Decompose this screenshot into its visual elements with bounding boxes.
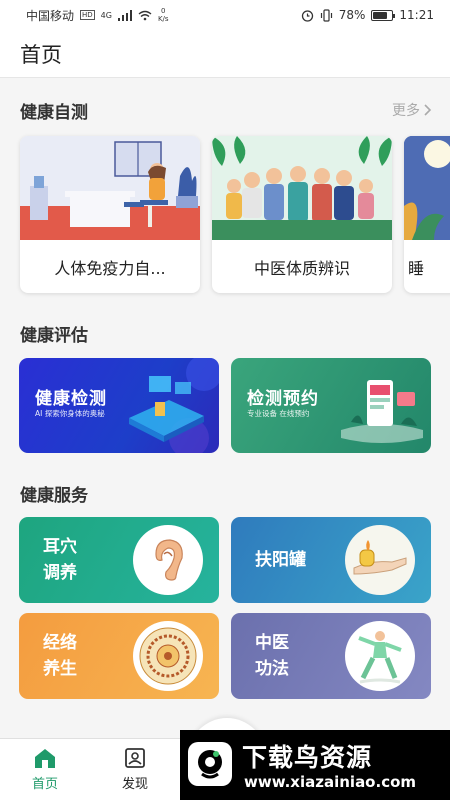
chevron-right-icon <box>424 104 432 116</box>
app-bar: 首页 <box>0 30 450 78</box>
self-test-card-sleep[interactable]: 睡 <box>404 136 450 293</box>
section-title-services: 健康服务 <box>20 486 88 506</box>
hd-badge: HD <box>80 10 95 20</box>
carrier-name: 中国移动 <box>26 8 75 23</box>
tcm-constitution-illustration <box>212 136 392 240</box>
network-type: 4G <box>100 10 112 20</box>
service-card-meridian[interactable]: 经络 养生 <box>19 613 219 699</box>
ear-icon <box>133 525 203 595</box>
battery-icon <box>371 9 396 21</box>
network-speed: 0 K/s <box>157 7 169 23</box>
tab-home-label: 首页 <box>31 777 58 792</box>
check-booking-card[interactable]: 检测预约 专业设备 在线预约 <box>231 358 431 453</box>
tab-discover-label: 发现 <box>121 777 148 792</box>
tab-home[interactable]: 首页 <box>15 747 75 792</box>
check-booking-illustration <box>341 380 423 443</box>
service-card-cupping[interactable]: 扶阳罐 <box>231 517 431 603</box>
self-test-card-label: 睡 <box>408 258 425 278</box>
more-label: 更多 <box>392 103 420 119</box>
alarm-icon <box>301 9 313 22</box>
check-booking-subtitle: 专业设备 在线预约 <box>247 409 310 418</box>
watermark-title: 下载鸟资源 <box>242 743 373 772</box>
watermark-url: www.xiazainiao.com <box>244 773 417 791</box>
wifi-icon <box>138 10 152 20</box>
tai-chi-icon <box>345 621 415 691</box>
cupping-icon <box>345 525 415 595</box>
service-card-label: 耳穴 调养 <box>43 537 77 583</box>
service-card-ear-acupoint[interactable]: 耳穴 调养 <box>19 517 219 603</box>
service-card-label: 中医 功法 <box>255 633 289 679</box>
clock: 11:21 <box>399 8 434 22</box>
bagua-icon <box>133 621 203 691</box>
tab-discover[interactable]: 发现 <box>105 747 165 792</box>
service-card-label: 经络 养生 <box>43 633 77 679</box>
status-bar: 中国移动 HD 4G 0 K/s 78% 11:21 <box>0 0 450 30</box>
self-test-card-immunity[interactable]: 人体免疫力自... <box>20 136 200 293</box>
health-check-illustration <box>129 358 219 453</box>
signal-icon <box>117 9 132 21</box>
bird-logo-icon <box>188 742 232 786</box>
home-icon <box>35 749 55 768</box>
service-card-tcm-exercise[interactable]: 中医 功法 <box>231 613 431 699</box>
battery-percent: 78% <box>338 8 366 22</box>
watermark-banner: 下载鸟资源 www.xiazainiao.com <box>180 730 450 800</box>
immunity-illustration <box>20 136 200 240</box>
self-test-card-tcm-constitution[interactable]: 中医体质辨识 <box>212 136 392 293</box>
health-check-title: 健康检测 <box>35 389 107 409</box>
more-link[interactable]: 更多 <box>392 100 432 120</box>
discover-icon <box>125 748 145 768</box>
page-title: 首页 <box>20 42 62 67</box>
self-test-card-label: 人体免疫力自... <box>54 258 166 278</box>
service-card-label: 扶阳罐 <box>255 550 306 570</box>
check-booking-title: 检测预约 <box>247 389 319 409</box>
section-title-self-test: 健康自测 <box>20 103 88 123</box>
health-check-card[interactable]: 健康检测 AI 探索你身体的奥秘 <box>19 358 219 453</box>
section-title-evaluation: 健康评估 <box>20 326 88 346</box>
self-test-card-label: 中医体质辨识 <box>253 258 350 278</box>
sleep-illustration <box>404 136 450 240</box>
vibrate-icon <box>320 8 332 22</box>
health-check-subtitle: AI 探索你身体的奥秘 <box>35 409 105 418</box>
